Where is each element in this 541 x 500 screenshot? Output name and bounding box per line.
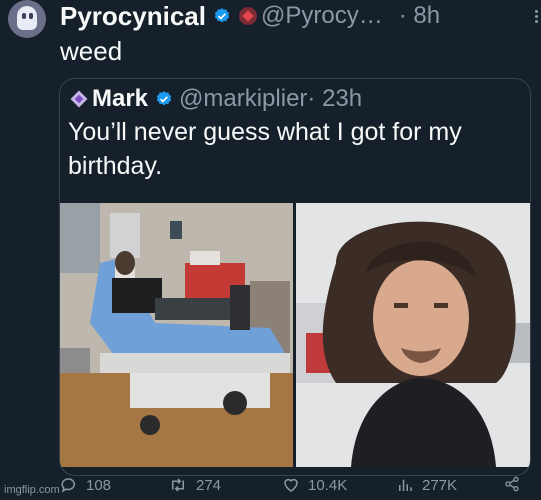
quoted-avatar[interactable] [70, 90, 88, 108]
selfie-photo[interactable] [296, 203, 530, 467]
retweet-icon [172, 478, 184, 492]
quoted-tweet[interactable]: Mark @markiplier · 23h You’ll never gues… [59, 78, 531, 476]
quoted-header: Mark @markiplier · 23h [70, 85, 362, 113]
affiliate-avatar[interactable] [238, 7, 257, 25]
author-avatar[interactable] [8, 0, 46, 38]
verified-badge-icon [214, 8, 230, 23]
tweet-actions: 108 274 10.4K 277K [60, 474, 530, 498]
selfie-image [296, 203, 530, 467]
views-icon [399, 479, 412, 491]
more-options-icon[interactable] [535, 10, 539, 24]
share-button[interactable] [504, 476, 528, 492]
heart-icon [284, 478, 298, 492]
verified-badge-icon [156, 91, 172, 106]
quoted-time[interactable]: · 23h [307, 85, 362, 113]
tweet-time[interactable]: · 8h [399, 2, 440, 30]
views-button[interactable]: 277K [396, 476, 457, 494]
quoted-author-name[interactable]: Mark [92, 85, 148, 113]
hospital-scene-image [60, 203, 293, 467]
like-button[interactable]: 10.4K [282, 476, 347, 494]
hospital-photo[interactable] [60, 203, 293, 467]
views-count: 277K [422, 476, 458, 494]
share-icon [505, 476, 519, 492]
retweet-button[interactable]: 274 [168, 476, 221, 494]
author-handle[interactable]: @Pyrocy… [261, 2, 383, 30]
tweet-header: Pyrocynical @Pyrocy… · 8h [60, 0, 531, 32]
author-name[interactable]: Pyrocynical [60, 1, 206, 32]
quoted-author-handle[interactable]: @markiplier [179, 85, 307, 113]
quoted-text: You’ll never guess what I got for my bir… [68, 118, 462, 180]
retweet-count: 274 [196, 476, 222, 494]
watermark: imgflip.com [4, 484, 60, 496]
reply-icon [61, 478, 75, 493]
reply-button[interactable]: 108 [60, 476, 111, 494]
reply-count: 108 [86, 476, 112, 494]
tweet-text: weed [60, 36, 123, 66]
like-count: 10.4K [308, 476, 348, 494]
